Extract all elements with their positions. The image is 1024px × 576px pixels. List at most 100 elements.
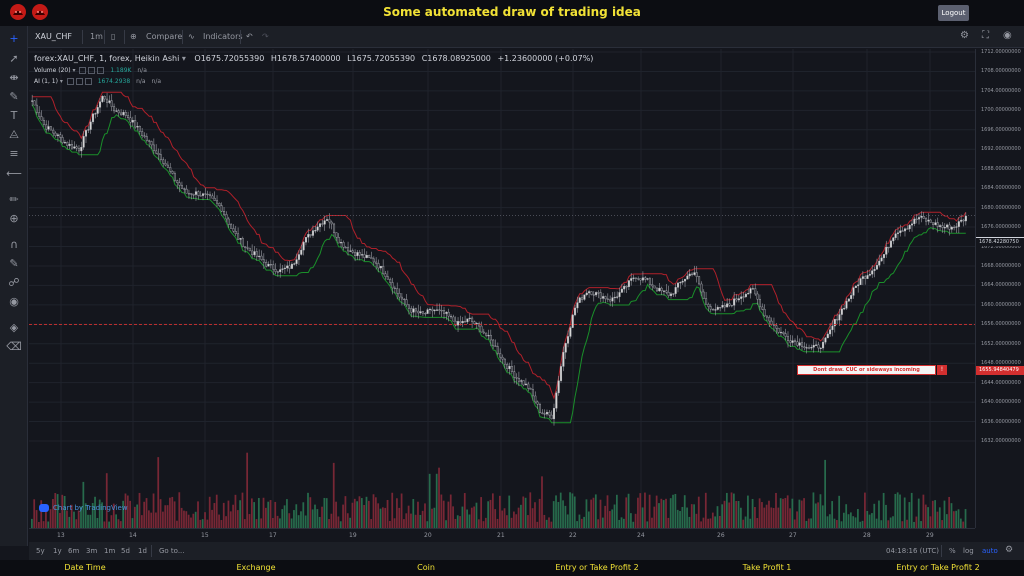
compare-icon[interactable]: ⊕ bbox=[130, 32, 137, 41]
pattern-icon[interactable]: ⨺ bbox=[6, 128, 22, 142]
trade-idea-annotation[interactable]: Dont draw. CUC or sideways incoming bbox=[797, 365, 936, 375]
candle-body bbox=[644, 277, 647, 280]
log-toggle[interactable]: log bbox=[963, 547, 974, 555]
candle-body bbox=[749, 288, 752, 294]
candle-body bbox=[602, 296, 605, 299]
range-1y[interactable]: 1y bbox=[53, 547, 62, 555]
volume-bar bbox=[335, 501, 337, 528]
zoom-icon[interactable]: ⊕ bbox=[6, 212, 22, 226]
candle-body bbox=[840, 308, 843, 315]
candle-body bbox=[541, 412, 544, 414]
trash-icon[interactable]: ⌫ bbox=[6, 340, 22, 354]
camera-icon[interactable]: ◉ bbox=[1003, 30, 1012, 41]
close-icon[interactable] bbox=[84, 78, 92, 85]
volume-bar bbox=[279, 518, 281, 528]
volume-label[interactable]: Volume (20) bbox=[34, 67, 71, 74]
eye-icon[interactable] bbox=[66, 78, 74, 85]
settings-icon[interactable] bbox=[75, 78, 83, 85]
volume-bar bbox=[87, 514, 89, 528]
volume-bar bbox=[470, 507, 473, 528]
crosshair-icon[interactable]: + bbox=[6, 32, 22, 46]
candle-body bbox=[31, 100, 34, 102]
volume-bar bbox=[491, 493, 494, 528]
tradingview-watermark[interactable]: Chart by TradingView bbox=[39, 504, 128, 512]
candle-body bbox=[513, 371, 516, 378]
utc-clock[interactable]: 04:18:16 (UTC) bbox=[886, 547, 939, 555]
candle-body bbox=[735, 298, 738, 301]
trading-app: Some automated draw of trading idea Logo… bbox=[0, 0, 1024, 576]
ruler-icon[interactable]: ✏ bbox=[6, 193, 22, 207]
annotation-marker[interactable]: ! bbox=[937, 365, 947, 375]
goto-button[interactable]: Go to... bbox=[159, 547, 185, 555]
text-tool-icon[interactable]: T bbox=[6, 109, 22, 123]
volume-bar bbox=[222, 502, 225, 528]
candle-body bbox=[424, 313, 427, 315]
range-1d[interactable]: 1d bbox=[138, 547, 147, 555]
lock-icon[interactable]: ☍ bbox=[6, 276, 22, 290]
candle-body bbox=[435, 309, 439, 311]
candlestick-chart[interactable] bbox=[29, 49, 975, 528]
indicators-button[interactable]: Indicators bbox=[203, 32, 243, 41]
candle-body bbox=[290, 263, 293, 269]
stay-drawing-icon[interactable]: ✎ bbox=[6, 257, 22, 271]
volume-bar bbox=[206, 519, 209, 528]
candle-body bbox=[120, 112, 123, 116]
settings-icon[interactable]: ⚙ bbox=[960, 30, 969, 41]
volume-bar bbox=[845, 504, 848, 528]
trend-line-icon[interactable]: ➚ bbox=[6, 52, 22, 66]
volume-bar bbox=[300, 511, 302, 528]
symbol-selector[interactable]: XAU_CHF bbox=[35, 32, 72, 41]
magnet-icon[interactable]: ∩ bbox=[6, 238, 22, 252]
volume-bar bbox=[534, 502, 536, 528]
eye-icon[interactable] bbox=[79, 67, 87, 74]
volume-bar bbox=[950, 503, 953, 528]
range-5d[interactable]: 5d bbox=[121, 547, 130, 555]
chart-style-icon[interactable]: ▯ bbox=[111, 32, 115, 41]
price-axis[interactable]: 1712.00000000 1708.00000000 1704.00000000 1… bbox=[975, 49, 1024, 528]
time-tick: 22 bbox=[569, 532, 577, 539]
range-5y[interactable]: 5y bbox=[36, 547, 45, 555]
volume-bar bbox=[775, 492, 777, 528]
ai-label[interactable]: AI (1, 1) bbox=[34, 78, 58, 85]
settings-icon[interactable]: ⚙ bbox=[1005, 545, 1013, 555]
close-icon[interactable] bbox=[97, 67, 105, 74]
time-axis[interactable]: 13 14 15 17 19 20 21 22 24 26 27 28 29 bbox=[29, 528, 975, 542]
logout-button[interactable]: Logout bbox=[938, 5, 969, 21]
volume-bar bbox=[955, 510, 958, 528]
time-tick: 28 bbox=[863, 532, 871, 539]
eye-icon[interactable]: ◉ bbox=[6, 295, 22, 309]
volume-bar bbox=[171, 496, 174, 528]
range-6m[interactable]: 6m bbox=[68, 547, 79, 555]
ai-legend: AI (1, 1) ▾ 1674.2938 n/a n/a bbox=[34, 78, 162, 85]
volume-bar bbox=[435, 473, 438, 528]
percent-toggle[interactable]: % bbox=[949, 547, 956, 555]
fib-icon[interactable]: ⇼ bbox=[6, 71, 22, 85]
volume-bar bbox=[365, 496, 368, 528]
brush-icon[interactable]: ✎ bbox=[6, 90, 22, 104]
legend-symbol[interactable]: forex:XAU_CHF, 1, forex, Heikin Ashi bbox=[34, 54, 179, 63]
settings-icon[interactable] bbox=[88, 67, 96, 74]
compare-button[interactable]: Compare bbox=[146, 32, 182, 41]
candle-body bbox=[613, 296, 616, 299]
candle-body bbox=[99, 101, 102, 108]
undo-icon[interactable]: ↶ bbox=[246, 32, 253, 41]
candle-body bbox=[756, 293, 759, 300]
volume-bar bbox=[674, 493, 677, 528]
range-1m[interactable]: 1m bbox=[104, 547, 115, 555]
interval-selector[interactable]: 1m bbox=[90, 32, 103, 41]
volume-bar bbox=[286, 499, 288, 528]
layers-icon[interactable]: ◈ bbox=[6, 321, 22, 335]
forecast-icon[interactable]: ≡ bbox=[6, 147, 22, 161]
candle-body bbox=[145, 136, 148, 141]
candle-body bbox=[920, 216, 923, 218]
indicators-icon[interactable]: ∿ bbox=[188, 32, 195, 41]
auto-toggle[interactable]: auto bbox=[982, 547, 998, 555]
back-arrow-icon[interactable]: ⟵ bbox=[6, 167, 22, 181]
candle-body bbox=[241, 238, 244, 247]
chart-pane[interactable]: forex:XAU_CHF, 1, forex, Heikin Ashi ▾ O… bbox=[29, 49, 975, 528]
redo-icon[interactable]: ↷ bbox=[262, 32, 269, 41]
range-3m[interactable]: 3m bbox=[86, 547, 97, 555]
candle-body bbox=[824, 337, 827, 343]
candle-body bbox=[522, 380, 525, 386]
fullscreen-icon[interactable]: ⛶ bbox=[982, 30, 989, 41]
